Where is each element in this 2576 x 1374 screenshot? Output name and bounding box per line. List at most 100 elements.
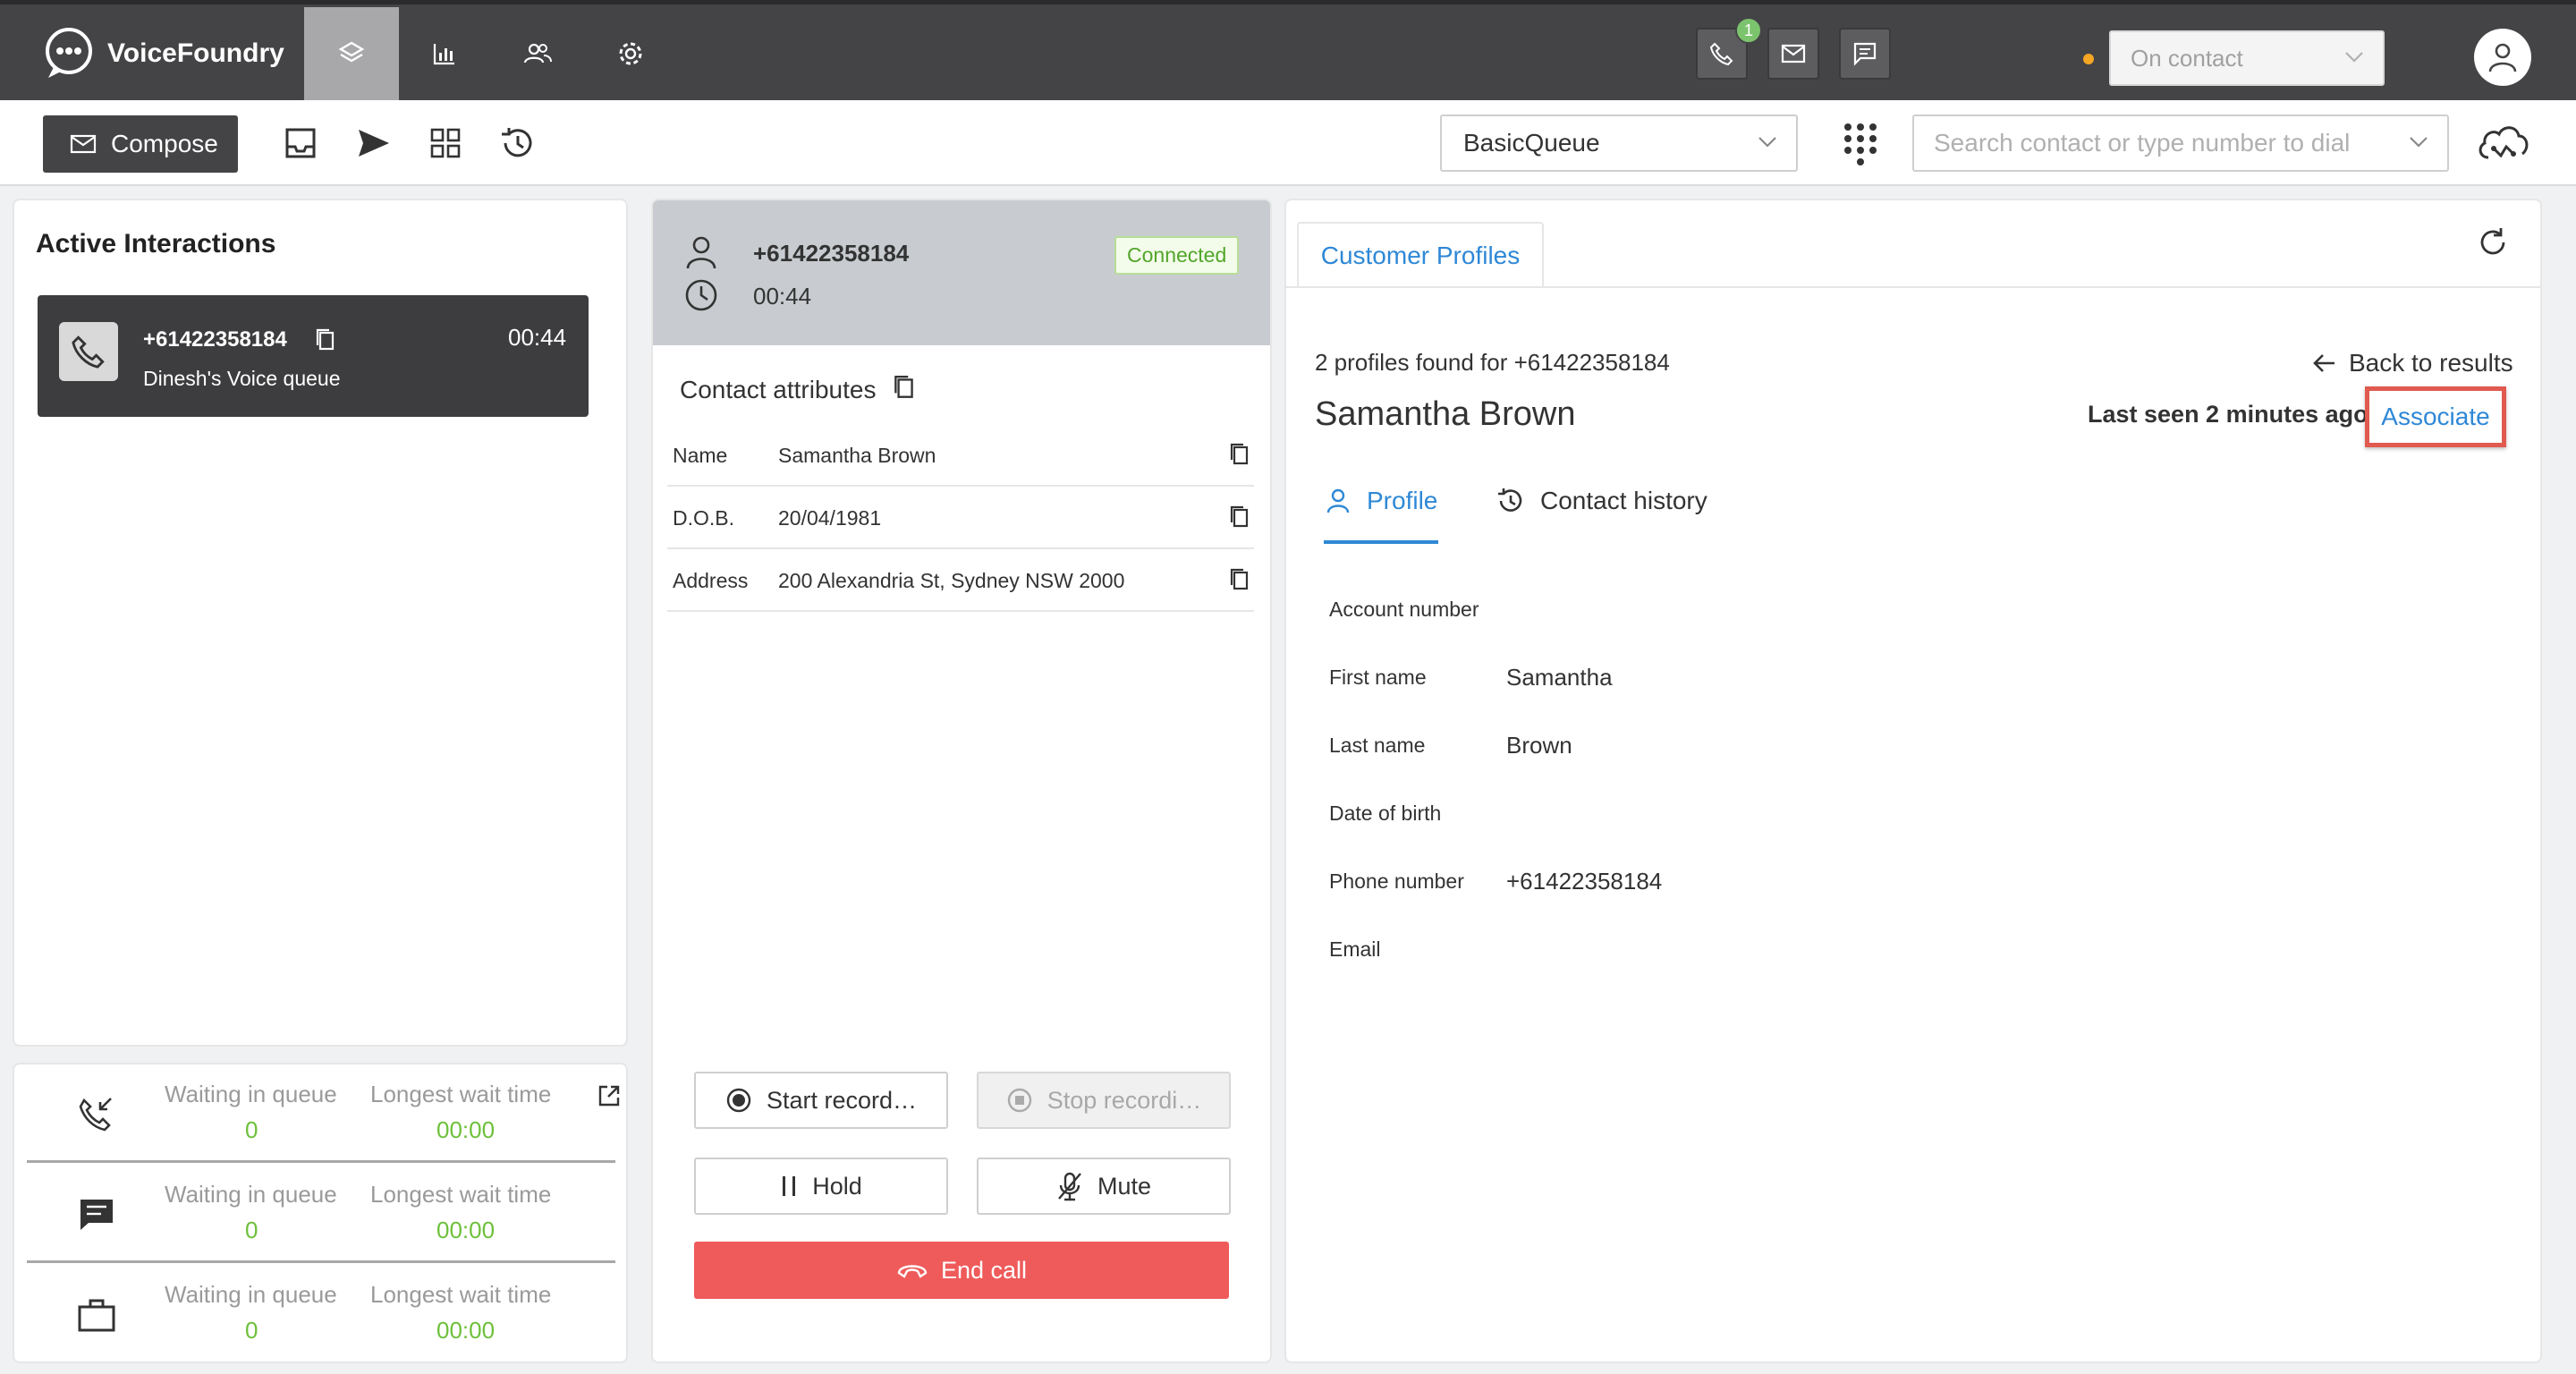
- attribute-key: D.O.B.: [673, 506, 735, 530]
- queue-stats-row-chat: Waiting in queue Longest wait time 0 00:…: [27, 1165, 615, 1263]
- mute-button[interactable]: Mute: [977, 1158, 1231, 1215]
- dialpad-icon[interactable]: [1837, 120, 1884, 166]
- waiting-in-queue-value: 0: [245, 1317, 258, 1344]
- inbox-button[interactable]: [279, 122, 322, 165]
- hang-up-icon: [897, 1265, 928, 1278]
- briefcase-icon: [78, 1299, 115, 1332]
- incoming-call-icon: [79, 1098, 112, 1132]
- chevron-down-icon: [2410, 137, 2428, 148]
- nav-reports[interactable]: [397, 7, 492, 100]
- end-call-button[interactable]: End call: [694, 1242, 1229, 1299]
- history-button[interactable]: [496, 122, 538, 165]
- waiting-in-queue-label: Waiting in queue: [165, 1181, 337, 1208]
- user-icon: [2488, 43, 2517, 72]
- grid-view-button[interactable]: [424, 122, 467, 165]
- field-value-first-name: Samantha: [1506, 664, 1613, 691]
- clock-icon: [685, 279, 717, 311]
- field-value-last-name: Brown: [1506, 732, 1572, 759]
- call-header: +61422358184 00:44 Connected: [653, 200, 1270, 345]
- end-call-label: End call: [940, 1256, 1028, 1284]
- waiting-in-queue-label: Waiting in queue: [165, 1281, 337, 1308]
- arrow-left-icon: [2313, 354, 2334, 372]
- attribute-value: Samantha Brown: [778, 444, 936, 467]
- phone-notification-badge: 1: [1735, 17, 1762, 44]
- cloud-connection-icon[interactable]: [2474, 118, 2531, 168]
- voicefoundry-logo-icon: [46, 28, 92, 78]
- tab-profile[interactable]: Profile: [1326, 487, 1437, 515]
- longest-wait-label: Longest wait time: [370, 1181, 552, 1208]
- copy-icon[interactable]: [1229, 505, 1250, 530]
- bar-chart-icon: [433, 44, 454, 65]
- person-icon: [686, 236, 716, 269]
- nav-settings[interactable]: [583, 7, 678, 100]
- dial-search-input[interactable]: Search contact or type number to dial: [1912, 114, 2449, 172]
- customer-profiles-panel: Customer Profiles 2 profiles found for +…: [1284, 199, 2542, 1363]
- compose-label: Compose: [111, 130, 218, 157]
- attribute-row: Name Samantha Brown: [667, 424, 1254, 487]
- active-interactions-panel: Active Interactions +61422358184 Dinesh'…: [13, 199, 628, 1047]
- copy-icon[interactable]: [315, 327, 336, 352]
- top-bar: VoiceFoundry 1 On contact: [0, 0, 2576, 100]
- call-number: +61422358184: [753, 240, 910, 267]
- sent-button[interactable]: [352, 122, 395, 165]
- mail-icon: [1781, 44, 1806, 64]
- record-icon: [726, 1088, 751, 1113]
- interaction-number: +61422358184: [143, 327, 287, 352]
- dial-search-placeholder: Search contact or type number to dial: [1934, 129, 2351, 157]
- status-indicator-dot: [2083, 54, 2094, 64]
- copy-icon[interactable]: [893, 374, 916, 401]
- queue-stats-row-task: Waiting in queue Longest wait time 0 00:…: [27, 1265, 615, 1363]
- queue-select[interactable]: BasicQueue: [1440, 114, 1798, 172]
- external-link-icon[interactable]: [597, 1084, 621, 1107]
- copy-icon[interactable]: [1229, 567, 1250, 592]
- queue-voice-icon-wrap: [75, 1093, 118, 1136]
- tab-profile-label: Profile: [1367, 487, 1438, 514]
- field-label-email: Email: [1329, 937, 1381, 961]
- tab-contact-history[interactable]: Contact history: [1496, 487, 1707, 515]
- hold-button[interactable]: Hold: [694, 1158, 948, 1215]
- queue-stats-panel: Waiting in queue Longest wait time 0 00:…: [13, 1063, 628, 1363]
- interaction-phone-icon-box: [59, 322, 118, 381]
- refresh-icon[interactable]: [2476, 225, 2510, 259]
- active-interaction-card[interactable]: +61422358184 Dinesh's Voice queue 00:44: [38, 295, 589, 417]
- copy-icon[interactable]: [1229, 442, 1250, 467]
- attribute-value: 200 Alexandria St, Sydney NSW 2000: [778, 569, 1125, 592]
- profiles-found-text: 2 profiles found for +61422358184: [1315, 349, 1670, 376]
- email-channel-button[interactable]: [1767, 28, 1819, 80]
- user-avatar[interactable]: [2474, 29, 2531, 86]
- app-logo[interactable]: VoiceFoundry: [39, 24, 284, 83]
- field-label-first-name: First name: [1329, 666, 1427, 689]
- waiting-in-queue-label: Waiting in queue: [165, 1081, 337, 1107]
- call-details-panel: +61422358184 00:44 Connected Contact att…: [651, 199, 1272, 1363]
- nav-contacts[interactable]: [490, 7, 585, 100]
- hold-label: Hold: [812, 1172, 862, 1200]
- chevron-down-icon: [1758, 137, 1776, 148]
- call-status-badge: Connected: [1114, 236, 1240, 275]
- chat-channel-button[interactable]: [1839, 28, 1891, 80]
- queue-select-value: BasicQueue: [1463, 129, 1600, 157]
- customer-name: Samantha Brown: [1315, 395, 1576, 433]
- waiting-in-queue-value: 0: [245, 1116, 258, 1143]
- mute-label: Mute: [1097, 1172, 1152, 1200]
- interaction-queue-name: Dinesh's Voice queue: [143, 367, 341, 390]
- attribute-key: Name: [673, 444, 728, 467]
- start-recording-button[interactable]: Start record…: [694, 1072, 948, 1129]
- active-interactions-title: Active Interactions: [36, 229, 276, 259]
- tab-contact-history-label: Contact history: [1540, 487, 1707, 514]
- tab-divider: [1286, 286, 2540, 288]
- grid-icon: [430, 128, 461, 158]
- mail-icon: [70, 134, 97, 154]
- nav-interactions[interactable]: [304, 7, 399, 100]
- secondary-toolbar: Compose BasicQueue Search contact or typ…: [0, 100, 2576, 186]
- tab-customer-profiles[interactable]: Customer Profiles: [1297, 222, 1544, 288]
- interaction-duration: 00:44: [508, 324, 567, 351]
- longest-wait-value: 00:00: [436, 1217, 496, 1243]
- compose-button[interactable]: Compose: [43, 115, 238, 173]
- associate-button[interactable]: Associate: [2365, 386, 2506, 447]
- field-value-phone-number: +61422358184: [1506, 868, 1663, 895]
- agent-status-select[interactable]: On contact: [2109, 30, 2385, 86]
- longest-wait-label: Longest wait time: [370, 1281, 552, 1308]
- back-to-results-link[interactable]: Back to results: [2311, 349, 2513, 377]
- stop-recording-button[interactable]: Stop recordi…: [977, 1072, 1231, 1129]
- last-seen-text: Last seen 2 minutes ago: [2088, 401, 2368, 428]
